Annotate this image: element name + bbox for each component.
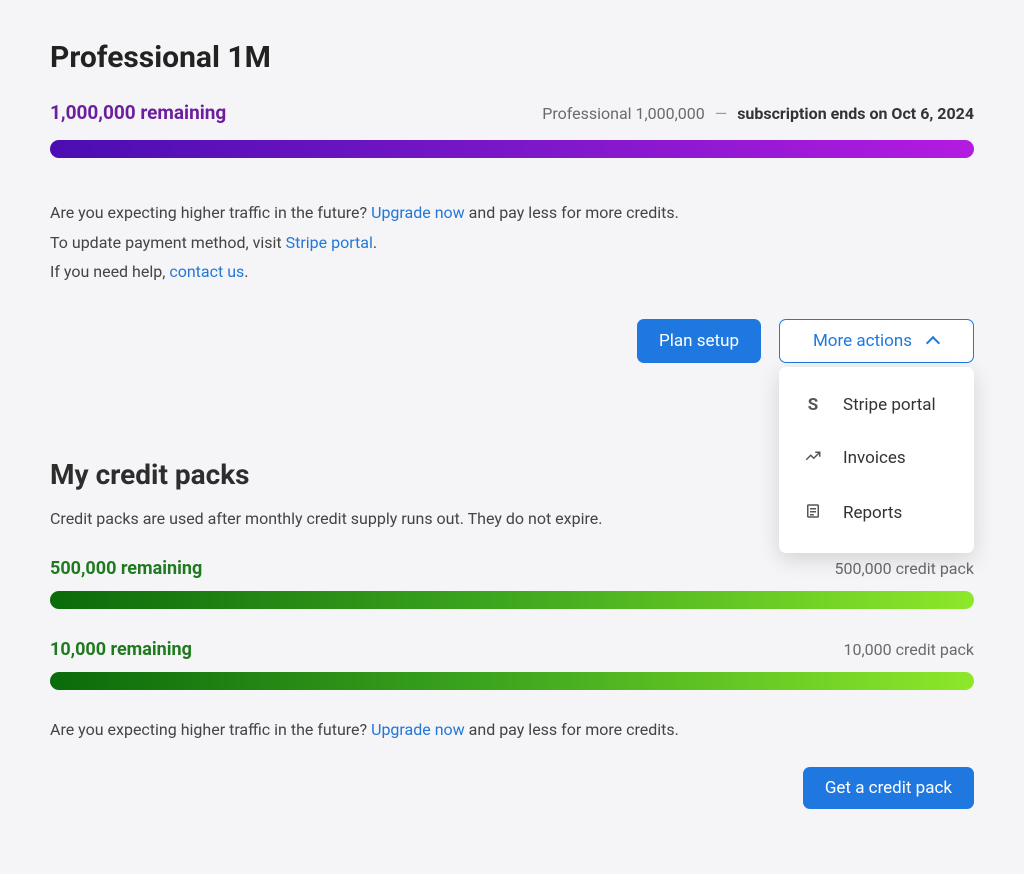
separator-dash: — bbox=[715, 104, 728, 123]
plan-progress-bar bbox=[50, 140, 974, 158]
credit-pack: 500,000 remaining 500,000 credit pack bbox=[50, 558, 974, 609]
pack-progress-bar bbox=[50, 672, 974, 690]
plan-info-text: Are you expecting higher traffic in the … bbox=[50, 198, 974, 287]
dropdown-item-invoices[interactable]: Invoices bbox=[779, 431, 974, 486]
plan-title: Professional 1M bbox=[50, 40, 974, 75]
info-line1-post: and pay less for more credits. bbox=[465, 203, 679, 222]
pack-progress-bar bbox=[50, 591, 974, 609]
stripe-portal-link[interactable]: Stripe portal bbox=[286, 233, 373, 252]
info-line3-pre: If you need help, bbox=[50, 262, 169, 281]
dropdown-item-stripe[interactable]: S Stripe portal bbox=[779, 379, 974, 431]
more-actions-button[interactable]: More actions bbox=[779, 319, 974, 363]
pack-remaining: 10,000 remaining bbox=[50, 639, 192, 660]
pack-name: 10,000 credit pack bbox=[844, 640, 975, 659]
plan-setup-button[interactable]: Plan setup bbox=[637, 319, 761, 363]
contact-us-link[interactable]: contact us bbox=[169, 262, 244, 281]
chevron-up-icon bbox=[926, 334, 940, 348]
plan-tier: Professional 1,000,000 bbox=[542, 104, 705, 123]
upgrade-now-link-2[interactable]: Upgrade now bbox=[371, 720, 465, 739]
pack-remaining: 500,000 remaining bbox=[50, 558, 202, 579]
dropdown-stripe-label: Stripe portal bbox=[843, 395, 936, 415]
plan-status-row: 1,000,000 remaining Professional 1,000,0… bbox=[50, 101, 974, 124]
info-line1-pre: Are you expecting higher traffic in the … bbox=[50, 203, 371, 222]
upgrade-now-link[interactable]: Upgrade now bbox=[371, 203, 465, 222]
more-actions-dropdown: S Stripe portal Invoices Reports bbox=[779, 367, 974, 553]
credit-pack: 10,000 remaining 10,000 credit pack bbox=[50, 639, 974, 690]
more-actions-label: More actions bbox=[813, 331, 912, 351]
document-icon bbox=[803, 502, 823, 525]
info-line2-post: . bbox=[373, 233, 377, 252]
stripe-icon: S bbox=[803, 395, 823, 415]
plan-subscription-info: Professional 1,000,000 — subscription en… bbox=[542, 104, 974, 123]
packs-actions-row: Get a credit pack bbox=[50, 767, 974, 809]
pack-name: 500,000 credit pack bbox=[835, 559, 975, 578]
chart-line-icon bbox=[803, 447, 823, 470]
dropdown-reports-label: Reports bbox=[843, 503, 902, 523]
packs-footer-text: Are you expecting higher traffic in the … bbox=[50, 720, 974, 739]
info-line3-post: . bbox=[244, 262, 248, 281]
packs-footer-post: and pay less for more credits. bbox=[465, 720, 679, 739]
get-credit-pack-button[interactable]: Get a credit pack bbox=[803, 767, 974, 809]
packs-footer-pre: Are you expecting higher traffic in the … bbox=[50, 720, 371, 739]
plan-remaining: 1,000,000 remaining bbox=[50, 101, 226, 124]
dropdown-invoices-label: Invoices bbox=[843, 448, 906, 468]
info-line2-pre: To update payment method, visit bbox=[50, 233, 286, 252]
dropdown-item-reports[interactable]: Reports bbox=[779, 486, 974, 541]
subscription-ends: subscription ends on Oct 6, 2024 bbox=[737, 104, 974, 123]
plan-actions-row: Plan setup More actions S Stripe portal … bbox=[50, 319, 974, 363]
